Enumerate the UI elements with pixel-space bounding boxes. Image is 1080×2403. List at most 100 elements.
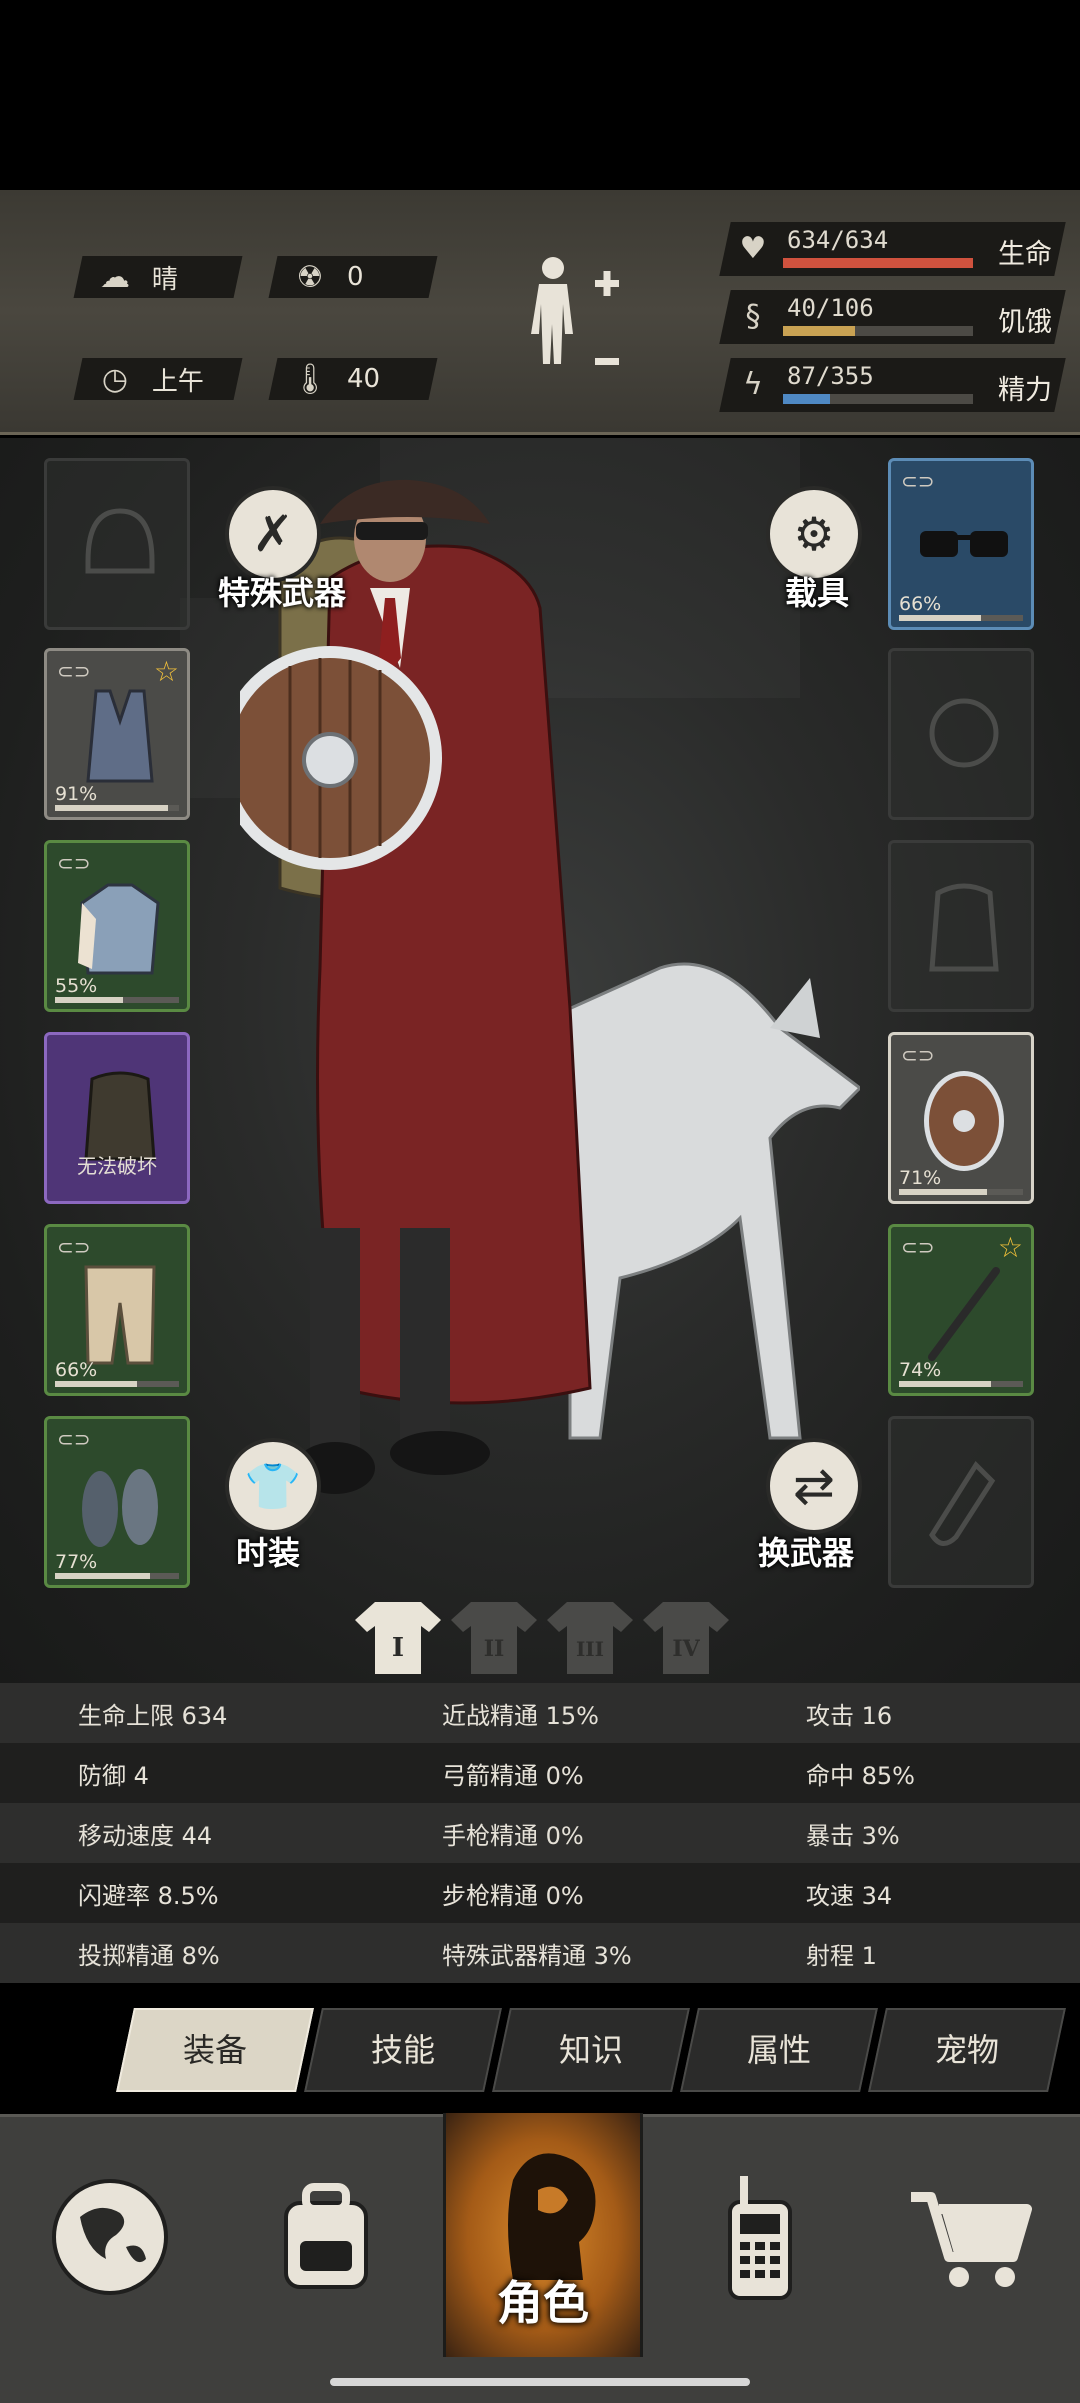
weather-text: 晴	[152, 264, 179, 295]
stats-row: 闪避率 8.5% 步枪精通 0% 攻速 34	[0, 1863, 1080, 1923]
link-icon: ⊂⊃	[57, 659, 91, 683]
pants-icon	[84, 1265, 156, 1365]
nav-character[interactable]: 角色	[443, 2113, 643, 2357]
outfit-tab-1[interactable]: I	[355, 1598, 441, 1676]
pants-slot[interactable]: ⊂⊃ 66%	[44, 1224, 190, 1396]
stomach-icon: §	[745, 298, 761, 334]
energy-label: 精力	[998, 375, 1052, 406]
fashion-label: 时装	[236, 1534, 301, 1572]
shoes-icon	[82, 1469, 158, 1547]
cloud-sun-icon: ☁	[100, 259, 130, 295]
backpack-caption: 无法破坏	[77, 1154, 157, 1178]
backpack-slot[interactable]: 无法破坏	[44, 1032, 190, 1204]
health-label: 生命	[998, 239, 1052, 270]
svg-text:III: III	[576, 1637, 604, 1661]
tab-knowledge[interactable]: 知识	[492, 2008, 690, 2092]
glasses-durability-fill	[899, 615, 981, 621]
throwable-slot[interactable]	[888, 1416, 1034, 1588]
character-portrait	[240, 479, 860, 1494]
hunger-bar: § 40/106 饥饿	[719, 290, 1066, 344]
radiation-value: 0	[347, 262, 364, 292]
mask-slot[interactable]	[888, 648, 1034, 820]
fashion-button[interactable]: 👕	[225, 1438, 321, 1534]
stat-bow-mastery: 弓箭精通 0%	[442, 1761, 584, 1790]
molotov-placeholder-icon	[929, 1461, 996, 1546]
helmet-placeholder-icon	[85, 508, 155, 574]
tab-attributes[interactable]: 属性	[680, 2008, 878, 2092]
stat-rifle-mastery: 步枪精通 0%	[442, 1881, 584, 1910]
outfit-tab-4[interactable]: IV	[643, 1598, 729, 1676]
link-icon: ⊂⊃	[57, 1235, 91, 1259]
stats-row: 移动速度 44 手枪精通 0% 暴击 3%	[0, 1803, 1080, 1863]
link-icon: ⊂⊃	[901, 1043, 935, 1067]
weather-chip: ☁ 晴	[73, 256, 243, 298]
pants-durability-fill	[55, 1381, 137, 1387]
svg-text:I: I	[392, 1633, 404, 1663]
stat-dodge: 闪避率 8.5%	[78, 1881, 219, 1910]
motorcycle-icon: ⚙	[793, 507, 835, 561]
clock-icon: ◷	[101, 361, 129, 397]
special-weapon-icon: ✗	[252, 505, 294, 563]
outfit-tab-3[interactable]: III	[547, 1598, 633, 1676]
time-chip: ◷ 上午	[73, 358, 243, 400]
status-header: ☁ 晴 ☢ 0 ◷ 上午 🌡 40 ♥ 634/634 生命 § 40/106 …	[0, 190, 1080, 435]
stat-move-speed: 移动速度 44	[78, 1821, 213, 1850]
body-status-icon[interactable]	[525, 250, 625, 400]
stat-defense: 防御 4	[78, 1761, 149, 1790]
health-fill	[783, 258, 973, 268]
equipment-scene: ⊂⊃ ☆ 91% ⊂⊃ 55% 无法破坏 ⊂⊃ 66% ⊂⊃ 77% ⊂⊃ 66…	[0, 438, 1080, 1683]
tshirt-icon: 👕	[244, 1458, 302, 1513]
weapon-slot[interactable]: ⊂⊃ ☆ 74%	[888, 1224, 1034, 1396]
nav-map[interactable]	[10, 2117, 210, 2357]
stat-attack-speed: 攻速 34	[806, 1881, 893, 1910]
outfit-tab-2[interactable]: II	[451, 1598, 537, 1676]
heart-icon: ♥	[739, 230, 767, 266]
vest-durability-text: 91%	[55, 783, 98, 805]
vest-slot[interactable]: ⊂⊃ ☆ 91%	[44, 648, 190, 820]
tab-pets[interactable]: 宠物	[868, 2008, 1066, 2092]
weapon-durability-fill	[899, 1381, 991, 1387]
switch-weapon-button[interactable]: ⇄	[766, 1438, 862, 1534]
vest-durability-fill	[55, 805, 168, 811]
radio-icon	[728, 2176, 792, 2300]
nav-inventory[interactable]	[226, 2117, 426, 2357]
nav-shop[interactable]	[870, 2117, 1070, 2357]
link-icon: ⊂⊃	[57, 851, 91, 875]
energy-icon: ϟ	[743, 366, 763, 402]
cart-icon	[911, 2192, 1032, 2287]
energy-bar: ϟ 87/355 精力	[719, 358, 1066, 412]
jacket-icon	[78, 883, 160, 975]
stat-melee-mastery: 近战精通 15%	[442, 1701, 599, 1730]
stat-crit: 暴击 3%	[806, 1821, 900, 1850]
stats-row: 防御 4 弓箭精通 0% 命中 85%	[0, 1743, 1080, 1803]
radiation-chip: ☢ 0	[268, 256, 438, 298]
helmet-slot[interactable]	[44, 458, 190, 630]
globe-icon	[52, 2179, 168, 2295]
glasses-slot[interactable]: ⊂⊃ 66%	[888, 458, 1034, 630]
shield-durability-fill	[899, 1189, 988, 1195]
jacket-durability-fill	[55, 997, 124, 1003]
home-indicator[interactable]	[330, 2378, 750, 2386]
health-value: 634/634	[787, 226, 889, 254]
shoes-slot[interactable]: ⊂⊃ 77%	[44, 1416, 190, 1588]
tab-equipment[interactable]: 装备	[116, 2008, 314, 2092]
thermometer-icon: 🌡	[290, 361, 330, 397]
temperature-value: 40	[347, 364, 381, 394]
bag-slot[interactable]	[888, 840, 1034, 1012]
hunger-label: 饥饿	[998, 307, 1052, 338]
stat-throw-mastery: 投掷精通 8%	[78, 1941, 220, 1970]
vest-icon	[86, 689, 154, 783]
stats-row: 投掷精通 8% 特殊武器精通 3% 射程 1	[0, 1923, 1080, 1983]
sunglasses-icon	[920, 531, 1008, 557]
link-icon: ⊂⊃	[57, 1427, 91, 1451]
nav-radio[interactable]	[660, 2117, 860, 2357]
tab-skills[interactable]: 技能	[304, 2008, 502, 2092]
energy-value: 87/355	[787, 362, 874, 390]
jacket-durability-text: 55%	[55, 975, 98, 997]
vehicle-label: 载具	[785, 574, 850, 612]
jacket-slot[interactable]: ⊂⊃ 55%	[44, 840, 190, 1012]
stat-attack: 攻击 16	[806, 1701, 893, 1730]
outfit-preset-tabs: I II III IV	[355, 1598, 735, 1678]
shield-slot[interactable]: ⊂⊃ 71%	[888, 1032, 1034, 1204]
status-bar-area	[0, 0, 1080, 190]
